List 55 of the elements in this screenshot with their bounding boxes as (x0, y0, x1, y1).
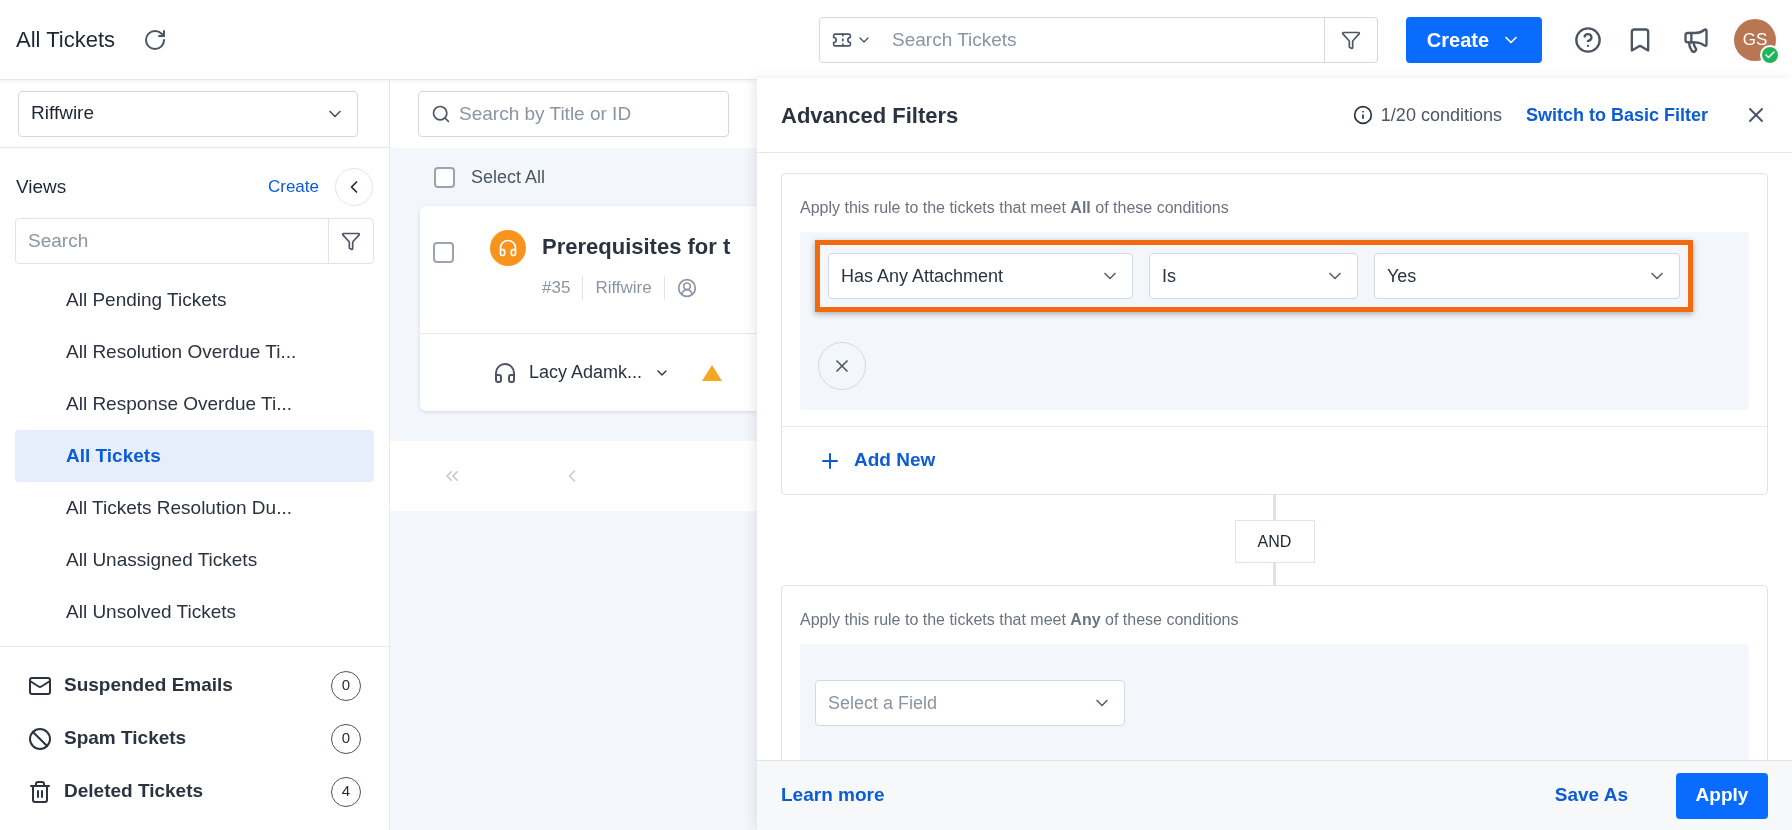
view-item[interactable]: All Tickets (15, 430, 374, 482)
select-all-checkbox[interactable] (434, 166, 455, 188)
conditions-count: 1/20 conditions (1380, 103, 1502, 127)
view-item[interactable]: All Response Overdue Ti... (15, 378, 374, 430)
dropdown-select[interactable]: Yes (1374, 253, 1680, 299)
headset-icon (493, 360, 517, 385)
rule-description: Apply this rule to the tickets that meet Any of these conditions (800, 611, 1239, 628)
user-avatar[interactable]: GS (1734, 18, 1776, 61)
learn-more-link[interactable]: Learn more (781, 781, 885, 810)
view-item[interactable]: All Resolution Overdue Ti... (15, 326, 374, 378)
ticket-search-field[interactable]: Search Tickets (884, 17, 1324, 62)
ticket-id: #35 (542, 277, 571, 299)
views-search-box[interactable]: Search (15, 218, 374, 264)
headset-badge-icon (490, 230, 526, 266)
rule-description: Apply this rule to the tickets that meet All of these conditions (800, 199, 1229, 216)
panel-title: Advanced Filters (781, 101, 959, 130)
views-search-field[interactable]: Search (16, 219, 328, 263)
create-button[interactable]: Create (1406, 16, 1542, 63)
add-new-button[interactable]: Add New (818, 446, 936, 475)
folder-link[interactable]: Suspended Emails (64, 671, 233, 700)
dropdown-select[interactable]: Is (1149, 253, 1358, 299)
dropdown-select[interactable]: Has Any Attachment (828, 253, 1133, 299)
create-view-link[interactable]: Create (267, 174, 319, 200)
save-as-button[interactable]: Save As (1546, 781, 1636, 810)
select-all-label: Select All (471, 165, 546, 189)
apply-button[interactable]: Apply (1676, 772, 1768, 819)
ticket-checkbox[interactable] (433, 242, 454, 263)
views-heading: Views (16, 174, 67, 199)
ticket-card[interactable]: Prerequisites for t #35 Riffwire Lacy Adamk... (420, 206, 757, 411)
connector-label: AND (1234, 520, 1315, 563)
trash-icon (28, 779, 52, 804)
folder-link[interactable]: Deleted Tickets (64, 777, 204, 806)
ticket-title[interactable]: Prerequisites for t (542, 230, 731, 263)
info-icon (1352, 105, 1373, 125)
help-icon[interactable] (1574, 25, 1602, 54)
ticket-search-box[interactable]: Search Tickets (819, 16, 1378, 63)
agent-name[interactable]: Lacy Adamk... (529, 359, 643, 386)
workspace-select[interactable]: Riffwire (18, 90, 358, 137)
view-item[interactable]: All Unsolved Tickets (15, 586, 374, 638)
page-title: All Tickets (16, 26, 116, 54)
filter-icon[interactable] (341, 231, 361, 251)
user-icon (676, 277, 697, 298)
switch-filter-link[interactable]: Switch to Basic Filter (1525, 101, 1708, 129)
search-icon (431, 104, 451, 124)
view-item[interactable]: All Tickets Resolution Du... (15, 482, 374, 534)
spam-icon (28, 726, 52, 751)
refresh-icon[interactable] (143, 27, 168, 52)
view-item[interactable]: All Unassigned Tickets (15, 534, 374, 586)
folder-link[interactable]: Spam Tickets (64, 724, 187, 753)
filter-icon[interactable] (1341, 29, 1361, 50)
megaphone-icon[interactable] (1682, 25, 1710, 54)
workspace-name: Riffwire (595, 277, 652, 299)
view-item[interactable]: All Pending Tickets (15, 274, 374, 326)
warning-triangle-icon (702, 364, 723, 381)
title-search-box[interactable]: Search by Title or ID (418, 91, 729, 137)
